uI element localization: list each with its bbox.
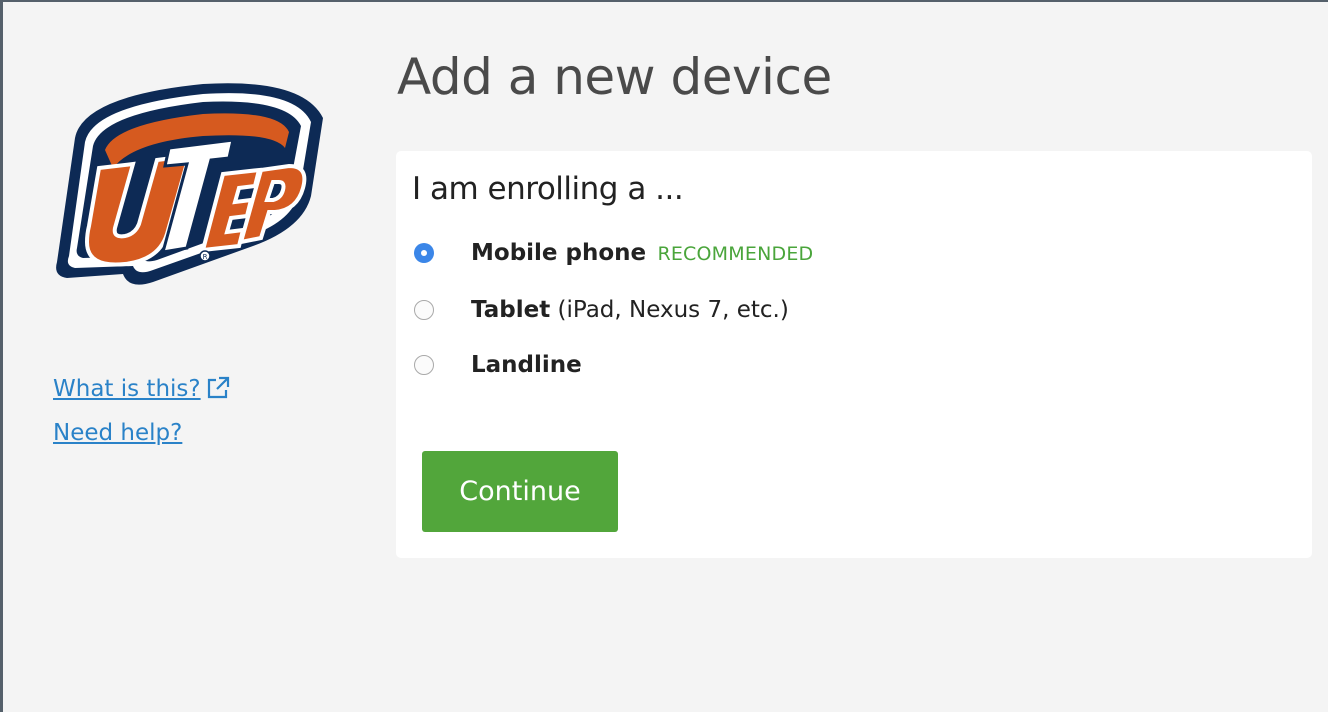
radio-landline[interactable] <box>414 355 434 375</box>
sidebar-links: What is this? Need help? <box>53 374 231 462</box>
need-help-link[interactable]: Need help? <box>53 418 231 448</box>
recommended-badge: RECOMMENDED <box>657 243 814 265</box>
option-landline-label: Landline <box>471 352 582 378</box>
utep-logo: R <box>56 83 323 285</box>
radio-tablet[interactable] <box>414 300 434 320</box>
option-mobile-phone[interactable]: Mobile phone RECOMMENDED <box>414 238 813 268</box>
option-detail: (iPad, Nexus 7, etc.) <box>550 297 789 323</box>
option-name: Landline <box>471 352 582 378</box>
enrollment-card: I am enrolling a ... Mobile phone RECOMM… <box>396 151 1312 558</box>
external-link-icon <box>207 376 229 399</box>
app-frame: R What is this? Need help? Add a new dev… <box>0 0 1328 712</box>
page-title: Add a new device <box>397 48 832 106</box>
svg-text:R: R <box>203 253 208 261</box>
option-landline[interactable]: Landline <box>414 350 582 380</box>
what-is-this-label: What is this? <box>53 376 201 402</box>
option-mobile-phone-label: Mobile phone RECOMMENDED <box>471 240 813 266</box>
radio-mobile-phone[interactable] <box>414 243 434 263</box>
option-name: Tablet <box>471 297 551 323</box>
continue-button[interactable]: Continue <box>422 451 618 532</box>
option-tablet-label: Tablet (iPad, Nexus 7, etc.) <box>471 297 789 323</box>
what-is-this-link[interactable]: What is this? <box>53 374 231 404</box>
card-heading: I am enrolling a ... <box>412 171 684 207</box>
option-name: Mobile phone <box>471 240 647 266</box>
option-tablet[interactable]: Tablet (iPad, Nexus 7, etc.) <box>414 295 789 325</box>
